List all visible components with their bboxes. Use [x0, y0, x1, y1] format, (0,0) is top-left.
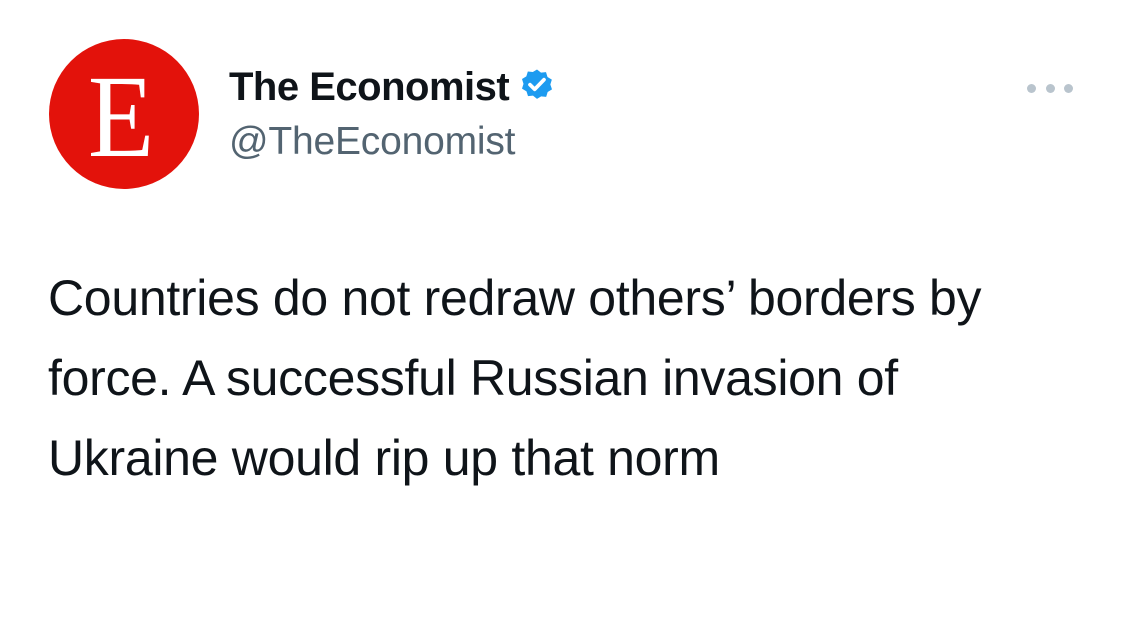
author-info: The Economist @TheEconomist	[229, 64, 557, 164]
handle[interactable]: @TheEconomist	[229, 120, 557, 164]
verified-badge-icon	[522, 69, 553, 99]
more-options-button[interactable]	[1027, 78, 1073, 98]
display-name[interactable]: The Economist	[229, 65, 510, 110]
display-name-row: The Economist	[229, 64, 557, 110]
tweet-text: Countries do not redraw others’ borders …	[48, 270, 982, 486]
more-horizontal-icon	[1045, 83, 1055, 93]
avatar-logo-letter: E	[87, 51, 155, 182]
avatar[interactable]: E	[49, 39, 199, 189]
more-horizontal-icon	[1064, 83, 1073, 93]
more-horizontal-icon	[1027, 83, 1036, 93]
tweet-card: E The Economist @TheEconomist Countries …	[0, 0, 1125, 618]
